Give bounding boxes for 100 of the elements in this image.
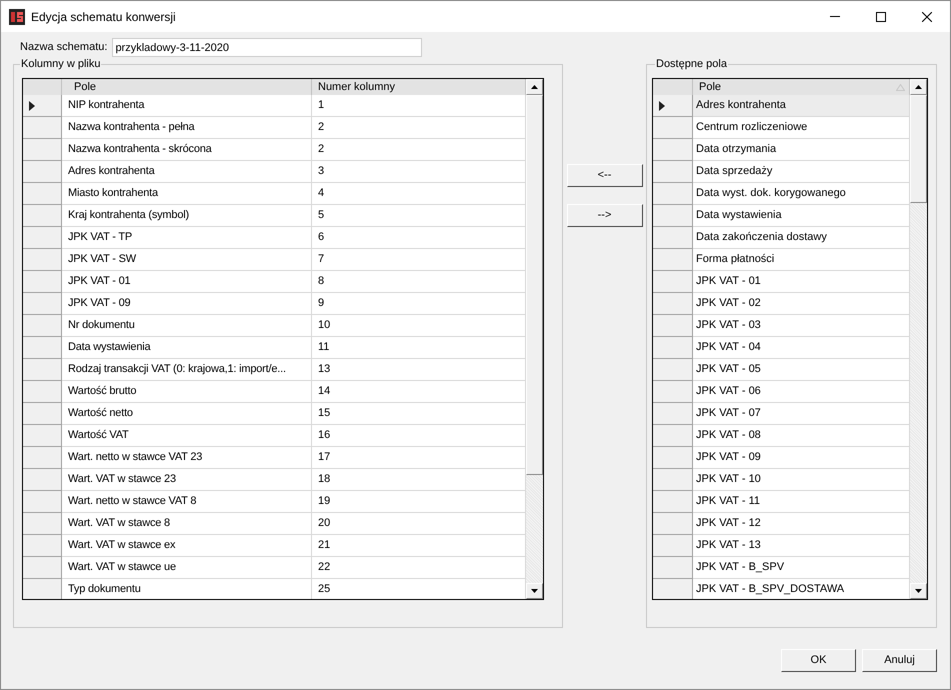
table-cell: JPK VAT - TP bbox=[62, 227, 312, 249]
group-title: Dostępne pola bbox=[655, 57, 728, 71]
table-cell: Miasto kontrahenta bbox=[62, 183, 312, 205]
schema-name-label: Nazwa schematu: bbox=[20, 40, 108, 56]
table-cell[interactable]: Centrum rozliczeniowe bbox=[693, 117, 910, 139]
table-cell[interactable]: JPK VAT - 05 bbox=[693, 359, 910, 381]
table-cell: 1 bbox=[312, 95, 526, 117]
table-cell: NIP kontrahenta bbox=[62, 95, 312, 117]
scroll-up-button[interactable] bbox=[526, 79, 543, 95]
scroll-bar[interactable] bbox=[526, 79, 543, 599]
table-cell: Wart. netto w stawce VAT 8 bbox=[62, 491, 312, 513]
row-header-corner bbox=[653, 79, 693, 95]
table-cell: 18 bbox=[312, 469, 526, 491]
column-header[interactable]: Pole bbox=[62, 79, 312, 95]
table-cell: 9 bbox=[312, 293, 526, 315]
table-cell: 14 bbox=[312, 381, 526, 403]
table-cell[interactable]: JPK VAT - 07 bbox=[693, 403, 910, 425]
table-cell[interactable]: JPK VAT - 08 bbox=[693, 425, 910, 447]
table-cell: 20 bbox=[312, 513, 526, 535]
table-cell: Wart. VAT w stawce 8 bbox=[62, 513, 312, 535]
table-cell[interactable]: JPK VAT - 03 bbox=[693, 315, 910, 337]
table-cell[interactable]: Data wystawienia bbox=[693, 205, 910, 227]
table-cell[interactable]: JPK VAT - 10 bbox=[693, 469, 910, 491]
table-cell[interactable]: JPK VAT - 06 bbox=[693, 381, 910, 403]
table-cell: 2 bbox=[312, 139, 526, 161]
table-cell[interactable]: Data zakończenia dostawy bbox=[693, 227, 910, 249]
table-cell: Nr dokumentu bbox=[62, 315, 312, 337]
group-title: Kolumny w pliku bbox=[20, 57, 102, 71]
table-cell[interactable]: JPK VAT - 09 bbox=[693, 447, 910, 469]
table-cell: 21 bbox=[312, 535, 526, 557]
table-cell: JPK VAT - 09 bbox=[62, 293, 312, 315]
table-cell[interactable]: JPK VAT - 11 bbox=[693, 491, 910, 513]
sort-ascending-icon bbox=[896, 84, 905, 90]
table-cell: Wartość netto bbox=[62, 403, 312, 425]
column-header[interactable]: Pole bbox=[693, 79, 910, 95]
table-cell: Data wystawienia bbox=[62, 337, 312, 359]
table-cell: 3 bbox=[312, 161, 526, 183]
ok-button[interactable]: OK bbox=[781, 649, 856, 672]
table-cell: Typ dokumentu bbox=[62, 579, 312, 599]
table-cell: 13 bbox=[312, 359, 526, 381]
table-cell: 19 bbox=[312, 491, 526, 513]
table-cell: 17 bbox=[312, 447, 526, 469]
maximize-icon bbox=[876, 12, 886, 22]
table-cell: 4 bbox=[312, 183, 526, 205]
table-cell[interactable]: Data wyst. dok. korygowanego bbox=[693, 183, 910, 205]
close-icon bbox=[922, 12, 932, 22]
row-header-corner bbox=[23, 79, 62, 95]
table-cell[interactable]: Forma płatności bbox=[693, 249, 910, 271]
table-cell[interactable]: JPK VAT - 04 bbox=[693, 337, 910, 359]
table-cell[interactable]: Adres kontrahenta bbox=[693, 95, 910, 117]
table-cell[interactable]: JPK VAT - 12 bbox=[693, 513, 910, 535]
table-cell[interactable]: Data otrzymania bbox=[693, 139, 910, 161]
table-cell: Wartość brutto bbox=[62, 381, 312, 403]
scroll-thumb[interactable] bbox=[910, 95, 927, 203]
row-header[interactable] bbox=[653, 95, 693, 117]
down-arrow-icon bbox=[915, 589, 922, 593]
table-cell: Rodzaj transakcji VAT (0: krajowa,1: import/e... bbox=[62, 359, 312, 381]
table-cell: Adres kontrahenta bbox=[62, 161, 312, 183]
table-cell[interactable]: JPK VAT - 01 bbox=[693, 271, 910, 293]
table-cell: Wartość VAT bbox=[62, 425, 312, 447]
scroll-up-button[interactable] bbox=[910, 79, 927, 95]
up-arrow-icon bbox=[531, 85, 538, 89]
row-header[interactable] bbox=[23, 95, 62, 117]
table-cell: Wart. VAT w stawce 23 bbox=[62, 469, 312, 491]
down-arrow-icon bbox=[531, 589, 538, 593]
table-cell: 22 bbox=[312, 557, 526, 579]
move-left-button[interactable]: <-- bbox=[566, 164, 642, 187]
column-header[interactable]: Numer kolumny bbox=[312, 79, 526, 95]
move-right-button[interactable]: --> bbox=[566, 204, 642, 227]
table-cell: Wart. VAT w stawce ue bbox=[62, 557, 312, 579]
table-cell: 5 bbox=[312, 205, 526, 227]
table-cell: 8 bbox=[312, 271, 526, 293]
table-cell: 6 bbox=[312, 227, 526, 249]
table-cell[interactable]: Data sprzedaży bbox=[693, 161, 910, 183]
scroll-thumb[interactable] bbox=[526, 95, 543, 475]
table-cell: Nazwa kontrahenta - pełna bbox=[62, 117, 312, 139]
window-title: Edycja schematu konwersji bbox=[31, 8, 176, 26]
table-cell: 2 bbox=[312, 117, 526, 139]
table-cell: 10 bbox=[312, 315, 526, 337]
table-cell: 7 bbox=[312, 249, 526, 271]
table-cell: 11 bbox=[312, 337, 526, 359]
table-cell[interactable]: JPK VAT - B_SPV bbox=[693, 557, 910, 579]
table-cell[interactable]: JPK VAT - 13 bbox=[693, 535, 910, 557]
table-cell: 16 bbox=[312, 425, 526, 447]
table-cell: JPK VAT - 01 bbox=[62, 271, 312, 293]
table-cell: JPK VAT - SW bbox=[62, 249, 312, 271]
table-cell: Wart. VAT w stawce ex bbox=[62, 535, 312, 557]
cancel-button[interactable]: Anuluj bbox=[862, 649, 937, 672]
scroll-down-button[interactable] bbox=[910, 583, 927, 599]
column-header-label: Pole bbox=[699, 80, 722, 95]
table-cell: Kraj kontrahenta (symbol) bbox=[62, 205, 312, 227]
scroll-down-button[interactable] bbox=[526, 583, 543, 599]
table-cell: Nazwa kontrahenta - skrócona bbox=[62, 139, 312, 161]
table-cell[interactable]: JPK VAT - B_SPV_DOSTAWA bbox=[693, 579, 910, 599]
minimize-icon bbox=[830, 16, 840, 17]
schema-name-field[interactable]: przykladowy-3-11-2020 bbox=[112, 38, 422, 57]
scroll-bar[interactable] bbox=[910, 79, 927, 599]
up-arrow-icon bbox=[915, 85, 922, 89]
table-cell[interactable]: JPK VAT - 02 bbox=[693, 293, 910, 315]
app-logo-icon bbox=[9, 8, 25, 24]
